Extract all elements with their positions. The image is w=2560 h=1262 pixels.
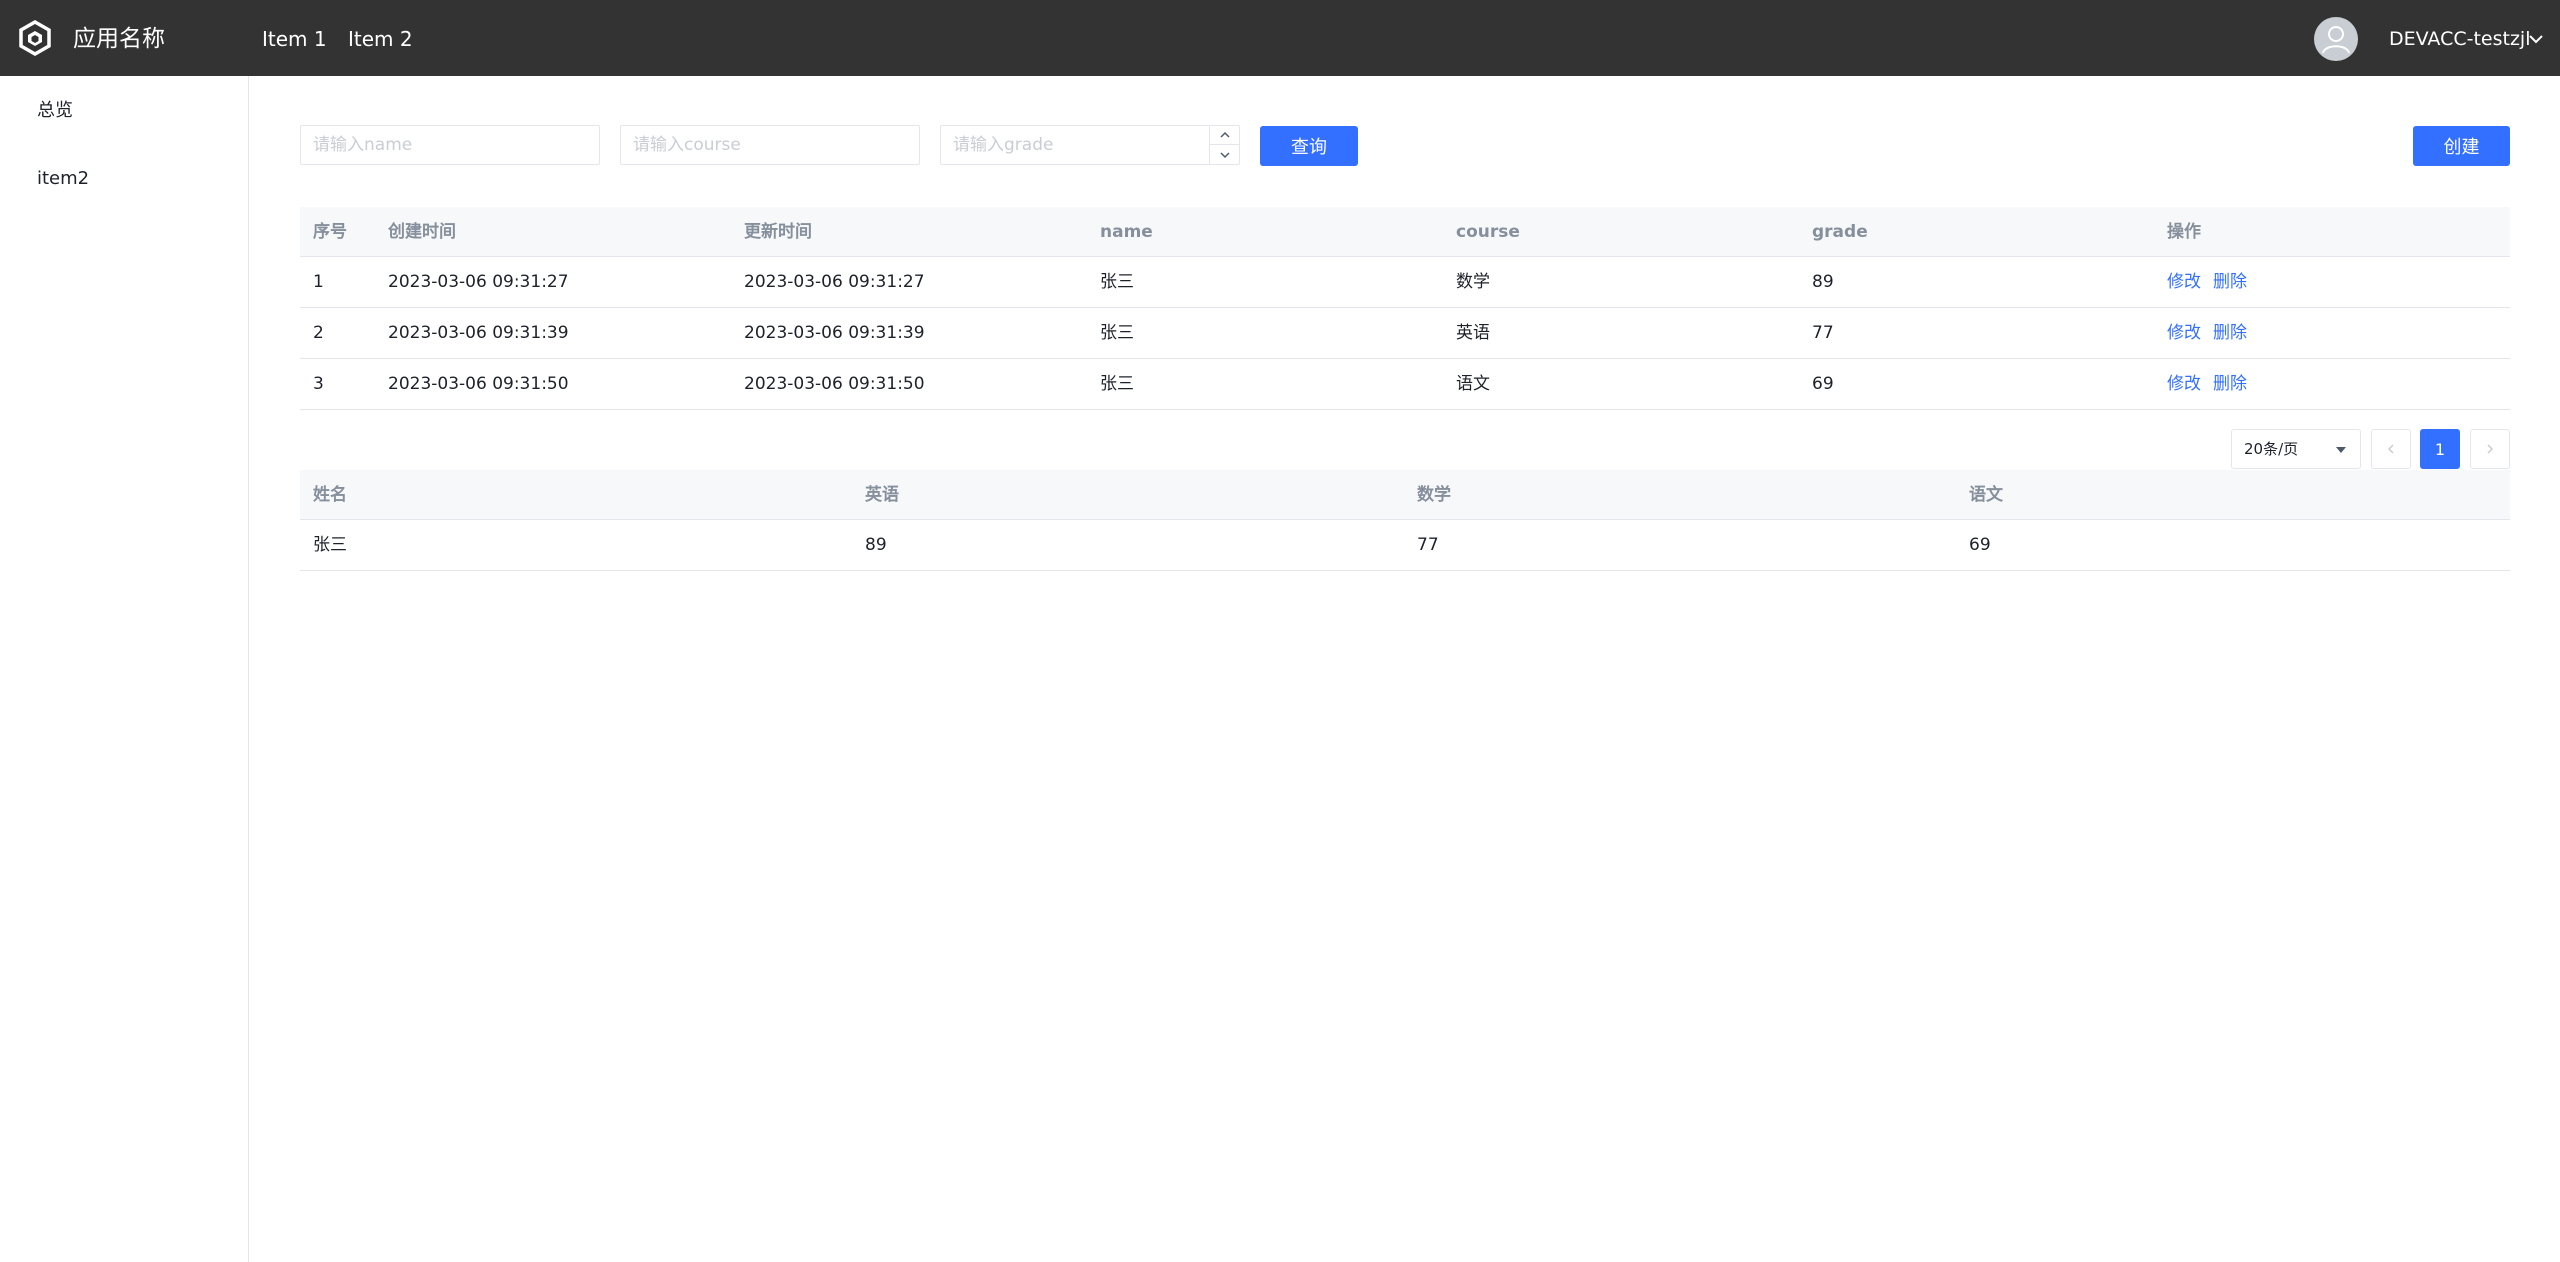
chevron-right-icon [2487,444,2494,454]
cell-student-name: 张三 [313,535,347,555]
page-size-select[interactable]: 20条/页 [2231,429,2361,469]
app-name[interactable]: 应用名称 [73,24,165,54]
column-header-chinese: 语文 [1969,485,2003,505]
column-header-actions: 操作 [2167,222,2201,242]
column-header-created: 创建时间 [388,222,456,242]
table-row: 2 2023-03-06 09:31:39 2023-03-06 09:31:3… [300,308,2510,359]
table-header: 序号 创建时间 更新时间 name course grade 操作 [300,207,2510,257]
cell-created: 2023-03-06 09:31:27 [388,272,569,292]
cell-updated: 2023-03-06 09:31:50 [744,374,925,394]
app-logo-icon[interactable] [17,20,53,56]
chevron-down-icon[interactable] [2526,29,2546,49]
cell-course: 英语 [1456,323,1490,343]
chevron-left-icon [2387,444,2394,454]
nav-item-2[interactable]: Item 2 [348,25,413,53]
sidebar-item-item2[interactable]: item2 [37,166,89,192]
cell-actions: 修改 删除 [2167,359,2259,409]
cell-grade: 69 [1812,374,1834,394]
column-header-course: course [1456,222,1520,242]
grade-input[interactable] [941,126,1209,164]
table-row: 3 2023-03-06 09:31:50 2023-03-06 09:31:5… [300,359,2510,410]
cell-chinese: 69 [1969,535,1991,555]
cell-name: 张三 [1100,272,1134,292]
delete-link[interactable]: 删除 [2213,374,2247,394]
sidebar: 总览 item2 [0,76,249,1262]
delete-link[interactable]: 删除 [2213,323,2247,343]
cell-name: 张三 [1100,374,1134,394]
grade-stepper [1209,126,1239,164]
summary-table: 姓名 英语 数学 语文 张三 89 77 69 [300,470,2510,571]
prev-page-button[interactable] [2371,429,2411,469]
page-size-value: 20条/页 [2244,440,2299,458]
cell-course: 数学 [1456,272,1490,292]
column-header-english: 英语 [865,485,899,505]
cell-grade: 89 [1812,272,1834,292]
course-input[interactable] [620,125,920,165]
cell-english: 89 [865,535,887,555]
cell-index: 1 [313,272,324,292]
cell-created: 2023-03-06 09:31:39 [388,323,569,343]
next-page-button[interactable] [2470,429,2510,469]
cell-name: 张三 [1100,323,1134,343]
cell-actions: 修改 删除 [2167,257,2259,307]
chevron-up-icon [1219,131,1230,138]
create-button[interactable]: 创建 [2413,126,2510,166]
edit-link[interactable]: 修改 [2167,323,2201,343]
user-icon [2322,26,2350,54]
caret-down-icon [2336,447,2346,453]
column-header-math: 数学 [1417,485,1451,505]
records-table: 序号 创建时间 更新时间 name course grade 操作 1 2023… [300,207,2510,410]
column-header-student-name: 姓名 [313,485,347,505]
cell-index: 2 [313,323,324,343]
table-header: 姓名 英语 数学 语文 [300,470,2510,520]
edit-link[interactable]: 修改 [2167,374,2201,394]
cell-index: 3 [313,374,324,394]
nav-item-1[interactable]: Item 1 [262,25,327,53]
cell-updated: 2023-03-06 09:31:27 [744,272,925,292]
column-header-updated: 更新时间 [744,222,812,242]
sidebar-item-overview[interactable]: 总览 [37,98,73,124]
grade-number-input [940,125,1240,165]
page-button-1[interactable]: 1 [2420,429,2460,469]
cell-actions: 修改 删除 [2167,308,2259,358]
decrement-button[interactable] [1210,145,1239,164]
increment-button[interactable] [1210,126,1239,145]
cell-grade: 77 [1812,323,1834,343]
cell-updated: 2023-03-06 09:31:39 [744,323,925,343]
cell-math: 77 [1417,535,1439,555]
table-row: 张三 89 77 69 [300,520,2510,571]
name-input[interactable] [300,125,600,165]
user-name[interactable]: DEVACC-testzjl [2389,26,2531,52]
edit-link[interactable]: 修改 [2167,272,2201,292]
column-header-grade: grade [1812,222,1868,242]
column-header-index: 序号 [313,222,347,242]
cell-created: 2023-03-06 09:31:50 [388,374,569,394]
query-button[interactable]: 查询 [1260,126,1358,166]
column-header-name: name [1100,222,1153,242]
cell-course: 语文 [1456,374,1490,394]
top-navbar: 应用名称 Item 1 Item 2 DEVACC-testzjl [0,0,2560,76]
delete-link[interactable]: 删除 [2213,272,2247,292]
chevron-down-icon [1219,151,1230,158]
table-row: 1 2023-03-06 09:31:27 2023-03-06 09:31:2… [300,257,2510,308]
user-avatar[interactable] [2314,17,2358,61]
